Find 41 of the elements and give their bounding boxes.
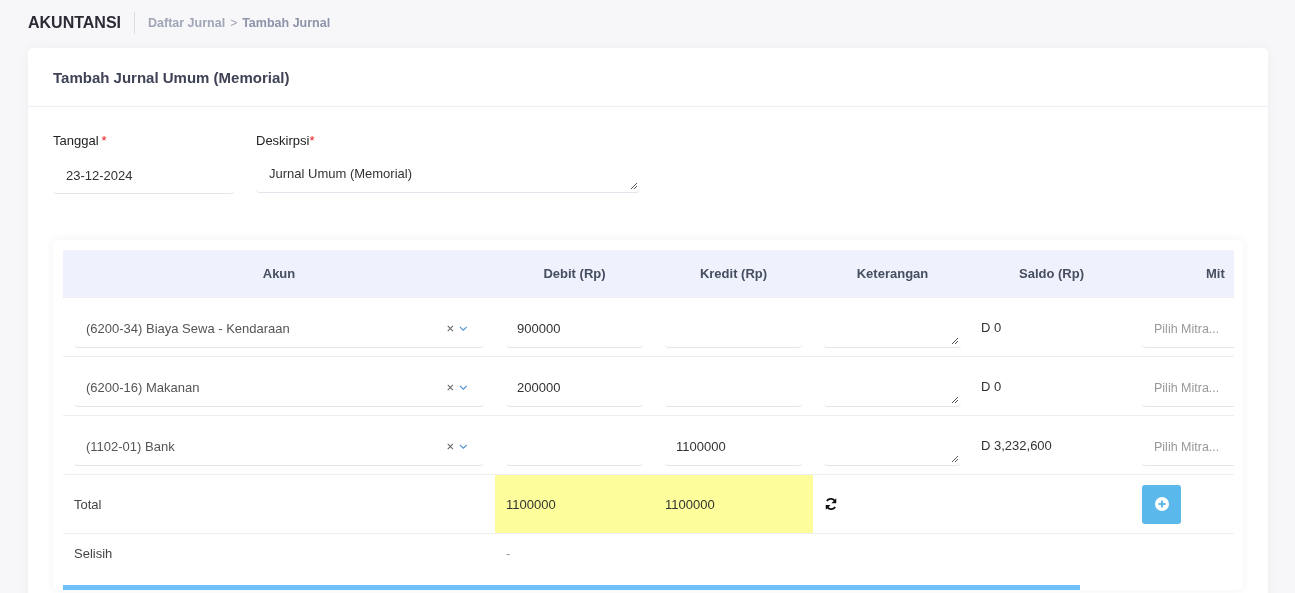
chevron-down-icon[interactable] <box>459 385 468 390</box>
debit-field[interactable]: 200000 <box>506 369 643 407</box>
column-header: Mit <box>1131 250 1234 298</box>
card-title: Tambah Jurnal Umum (Memorial) <box>53 68 290 86</box>
balance-text: D 0 <box>981 378 1002 394</box>
balance-text: D 0 <box>981 319 1002 335</box>
credit-field[interactable]: 1100000 <box>665 428 802 466</box>
field-label: Tanggal * <box>53 133 108 148</box>
debit-field[interactable]: 900000 <box>506 310 643 348</box>
breadcrumb-separator: > <box>230 16 238 30</box>
plus-circle-icon <box>1153 496 1170 512</box>
resize-handle-icon[interactable] <box>951 454 959 463</box>
add-row-button[interactable] <box>1142 484 1181 524</box>
description-field[interactable]: Jurnal Umum (Memorial) <box>256 158 640 193</box>
field-label: Deskirpsi* <box>256 133 316 148</box>
resize-handle-icon[interactable] <box>630 182 638 190</box>
chevron-down-icon[interactable] <box>459 444 468 449</box>
resize-handle-icon[interactable] <box>951 336 959 345</box>
difference-value: - <box>506 545 511 561</box>
account-select[interactable]: (6200-16) Makanan <box>74 369 484 407</box>
app-title: AKUNTANSI <box>28 14 122 32</box>
column-header: Saldo (Rp) <box>972 250 1131 298</box>
clear-icon[interactable] <box>447 443 454 450</box>
chevron-down-icon[interactable] <box>459 326 468 331</box>
scrollbar[interactable] <box>63 585 1080 590</box>
account-select[interactable]: (6200-34) Biaya Sewa - Kendaraan <box>74 310 484 348</box>
column-header: Keterangan <box>813 250 972 298</box>
total-label: Total <box>74 496 102 512</box>
column-header: Debit (Rp) <box>495 250 654 298</box>
column-header: Kredit (Rp) <box>654 250 813 298</box>
account-select[interactable]: (1102-01) Bank <box>74 428 484 466</box>
difference-label: Selisih <box>74 545 113 561</box>
resize-handle-icon[interactable] <box>951 395 959 404</box>
date-field[interactable]: 23-12-2024 <box>53 158 234 194</box>
column-header: Akun <box>63 250 495 298</box>
total-credit-cell: 1100000 <box>654 474 813 534</box>
balance-text: D 3,232,600 <box>981 437 1052 453</box>
total-debit-cell: 1100000 <box>495 474 654 534</box>
clear-icon[interactable] <box>447 325 454 332</box>
clear-icon[interactable] <box>447 384 454 391</box>
refresh-icon[interactable] <box>824 497 838 511</box>
